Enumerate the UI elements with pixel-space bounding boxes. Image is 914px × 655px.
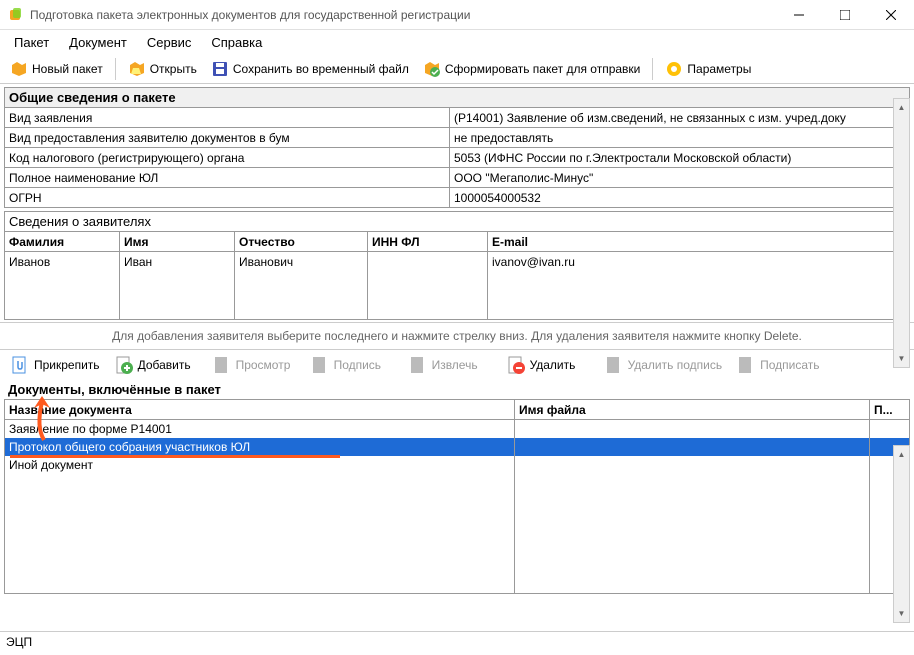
new-packet-icon — [10, 60, 28, 78]
view-button: Просмотр — [206, 353, 302, 377]
form-packet-icon — [423, 60, 441, 78]
view-icon — [212, 355, 232, 375]
table-row[interactable]: Иной документ — [5, 456, 910, 474]
open-icon — [128, 60, 146, 78]
table-row[interactable]: Код налогового (регистрирующего) органа5… — [5, 148, 910, 168]
remove-sign-button: Удалить подпись — [598, 353, 729, 377]
extract-label: Извлечь — [432, 358, 478, 372]
menubar: Пакет Документ Сервис Справка — [0, 30, 914, 54]
main-toolbar: Новый пакет Открыть Сохранить во временн… — [0, 54, 914, 84]
menu-document[interactable]: Документ — [59, 32, 137, 53]
save-temp-label: Сохранить во временный файл — [233, 62, 409, 76]
scroll-up-icon[interactable]: ▲ — [894, 99, 909, 116]
status-text: ЭЦП — [6, 635, 32, 649]
open-label: Открыть — [150, 62, 197, 76]
general-table: Вид заявления(Р14001) Заявление об изм.с… — [4, 107, 910, 208]
docs-toolbar: Прикрепить Добавить Просмотр Подпись Изв… — [0, 350, 914, 380]
window-title: Подготовка пакета электронных документов… — [30, 8, 776, 22]
sign-action-label: Подписать — [760, 358, 819, 372]
scroll-down-icon[interactable]: ▼ — [894, 605, 909, 622]
save-icon — [211, 60, 229, 78]
delete-icon — [506, 355, 526, 375]
applicants-header: Сведения о заявителях — [4, 211, 910, 231]
attach-button[interactable]: Прикрепить — [4, 353, 106, 377]
scroll-up-icon[interactable]: ▲ — [894, 446, 909, 463]
close-button[interactable] — [868, 0, 914, 30]
statusbar: ЭЦП — [0, 631, 914, 655]
form-packet-label: Сформировать пакет для отправки — [445, 62, 641, 76]
col-doc-name[interactable]: Название документа — [5, 400, 515, 420]
applicants-hint: Для добавления заявителя выберите послед… — [0, 322, 914, 350]
open-button[interactable]: Открыть — [122, 57, 203, 81]
col-email[interactable]: E-mail — [488, 232, 910, 252]
maximize-button[interactable] — [822, 0, 868, 30]
extract-icon — [408, 355, 428, 375]
view-label: Просмотр — [236, 358, 291, 372]
remove-sign-label: Удалить подпись — [628, 358, 723, 372]
attach-label: Прикрепить — [34, 358, 100, 372]
scroll-down-icon[interactable]: ▼ — [894, 350, 909, 367]
table-row[interactable]: Вид заявления(Р14001) Заявление об изм.с… — [5, 108, 910, 128]
scrollbar-docs[interactable]: ▲ ▼ — [893, 445, 910, 623]
delete-label: Удалить — [530, 358, 576, 372]
sign-button: Подпись — [304, 353, 400, 377]
table-row-selected[interactable]: Протокол общего собрания участников ЮЛ — [5, 438, 910, 456]
table-row[interactable]: Вид предоставления заявителю документов … — [5, 128, 910, 148]
add-button[interactable]: Добавить — [108, 353, 204, 377]
menu-help[interactable]: Справка — [201, 32, 272, 53]
annotation-underline — [10, 455, 340, 458]
gear-icon — [665, 60, 683, 78]
delete-button[interactable]: Удалить — [500, 353, 596, 377]
applicants-table: Фамилия Имя Отчество ИНН ФЛ E-mail Ивано… — [4, 231, 910, 320]
col-inn[interactable]: ИНН ФЛ — [368, 232, 488, 252]
menu-packet[interactable]: Пакет — [4, 32, 59, 53]
titlebar: Подготовка пакета электронных документов… — [0, 0, 914, 30]
menu-service[interactable]: Сервис — [137, 32, 202, 53]
table-row[interactable]: Иванов Иван Иванович ivanov@ivan.ru — [5, 252, 910, 272]
col-p[interactable]: П... — [870, 400, 910, 420]
table-row[interactable]: Полное наименование ЮЛООО "Мегаполис-Мин… — [5, 168, 910, 188]
sign-action-button: Подписать — [730, 353, 826, 377]
sign-icon — [310, 355, 330, 375]
new-packet-label: Новый пакет — [32, 62, 103, 76]
add-icon — [114, 355, 134, 375]
general-header: Общие сведения о пакете — [4, 87, 910, 107]
scrollbar-general[interactable]: ▲ ▼ — [893, 98, 910, 368]
applicants-panel: Сведения о заявителях Фамилия Имя Отчест… — [4, 211, 910, 320]
sign-label: Подпись — [334, 358, 382, 372]
sign-action-icon — [736, 355, 756, 375]
docs-header: Документы, включённые в пакет — [4, 380, 910, 399]
col-patronymic[interactable]: Отчество — [235, 232, 368, 252]
col-file-name[interactable]: Имя файла — [515, 400, 870, 420]
docs-table: Название документа Имя файла П... Заявле… — [4, 399, 910, 594]
extract-button: Извлечь — [402, 353, 498, 377]
app-icon — [8, 7, 24, 23]
docs-panel: Документы, включённые в пакет Название д… — [4, 380, 910, 594]
form-packet-button[interactable]: Сформировать пакет для отправки — [417, 57, 647, 81]
add-label: Добавить — [138, 358, 191, 372]
table-row[interactable]: ОГРН1000054000532 — [5, 188, 910, 208]
remove-sign-icon — [604, 355, 624, 375]
table-row[interactable]: Заявление по форме Р14001 — [5, 420, 910, 438]
col-surname[interactable]: Фамилия — [5, 232, 120, 252]
params-label: Параметры — [687, 62, 751, 76]
general-panel: Общие сведения о пакете Вид заявления(Р1… — [4, 87, 910, 208]
minimize-button[interactable] — [776, 0, 822, 30]
col-name[interactable]: Имя — [120, 232, 235, 252]
new-packet-button[interactable]: Новый пакет — [4, 57, 109, 81]
attach-icon — [10, 355, 30, 375]
params-button[interactable]: Параметры — [659, 57, 757, 81]
save-temp-button[interactable]: Сохранить во временный файл — [205, 57, 415, 81]
